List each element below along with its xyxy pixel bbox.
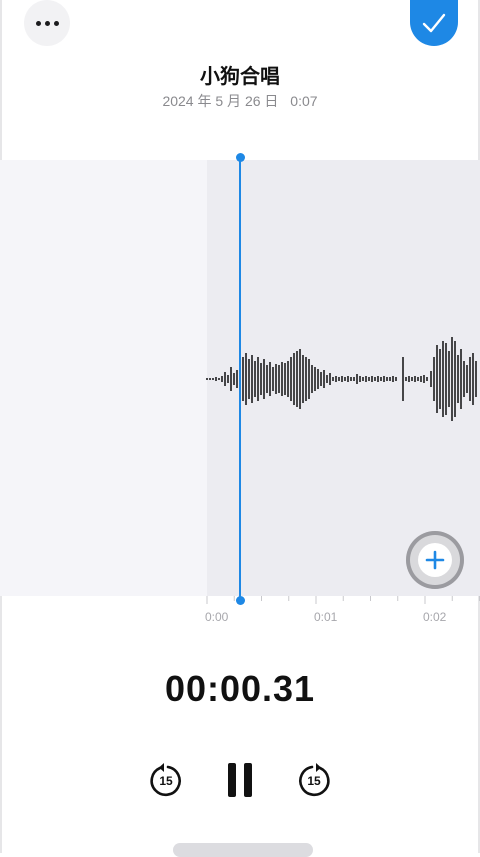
ruler-label: 0:00 [205, 610, 229, 624]
bottom-sheet-handle[interactable] [173, 843, 313, 857]
ellipsis-dot [53, 20, 59, 26]
goforward-15-icon: 15 [299, 763, 330, 797]
ellipsis-dot [44, 20, 50, 26]
playhead-top-handle[interactable] [235, 153, 245, 162]
ruler-label: 0:01 [314, 610, 338, 624]
recording-meta: 2024 年 5 月 26 日 0:07 [0, 91, 480, 111]
more-options-button[interactable] [24, 0, 70, 46]
plus-icon [425, 550, 445, 570]
skip-back-15-button[interactable]: 15 [146, 760, 186, 800]
playhead[interactable] [239, 158, 241, 601]
recording-title[interactable]: 小狗合唱 [0, 60, 480, 89]
time-ruler [206, 596, 480, 604]
pause-icon [228, 763, 236, 797]
skip-back-label: 15 [159, 774, 173, 788]
done-button[interactable] [410, 0, 458, 46]
pause-button[interactable] [220, 758, 260, 802]
add-recording-button[interactable] [406, 531, 464, 589]
skip-forward-15-button[interactable]: 15 [294, 760, 334, 800]
ruler-label: 0:02 [423, 610, 447, 624]
checkmark-icon [422, 13, 446, 33]
ellipsis-icon [35, 20, 41, 26]
add-button-inner [418, 543, 452, 577]
pause-icon-bar [244, 763, 252, 797]
recording-duration: 0:07 [290, 93, 318, 109]
gobackward-15-icon: 15 [150, 763, 181, 797]
current-time: 00:00.31 [164, 668, 316, 709]
skip-forward-label: 15 [307, 774, 321, 788]
recording-date: 2024 年 5 月 26 日 [162, 93, 279, 109]
